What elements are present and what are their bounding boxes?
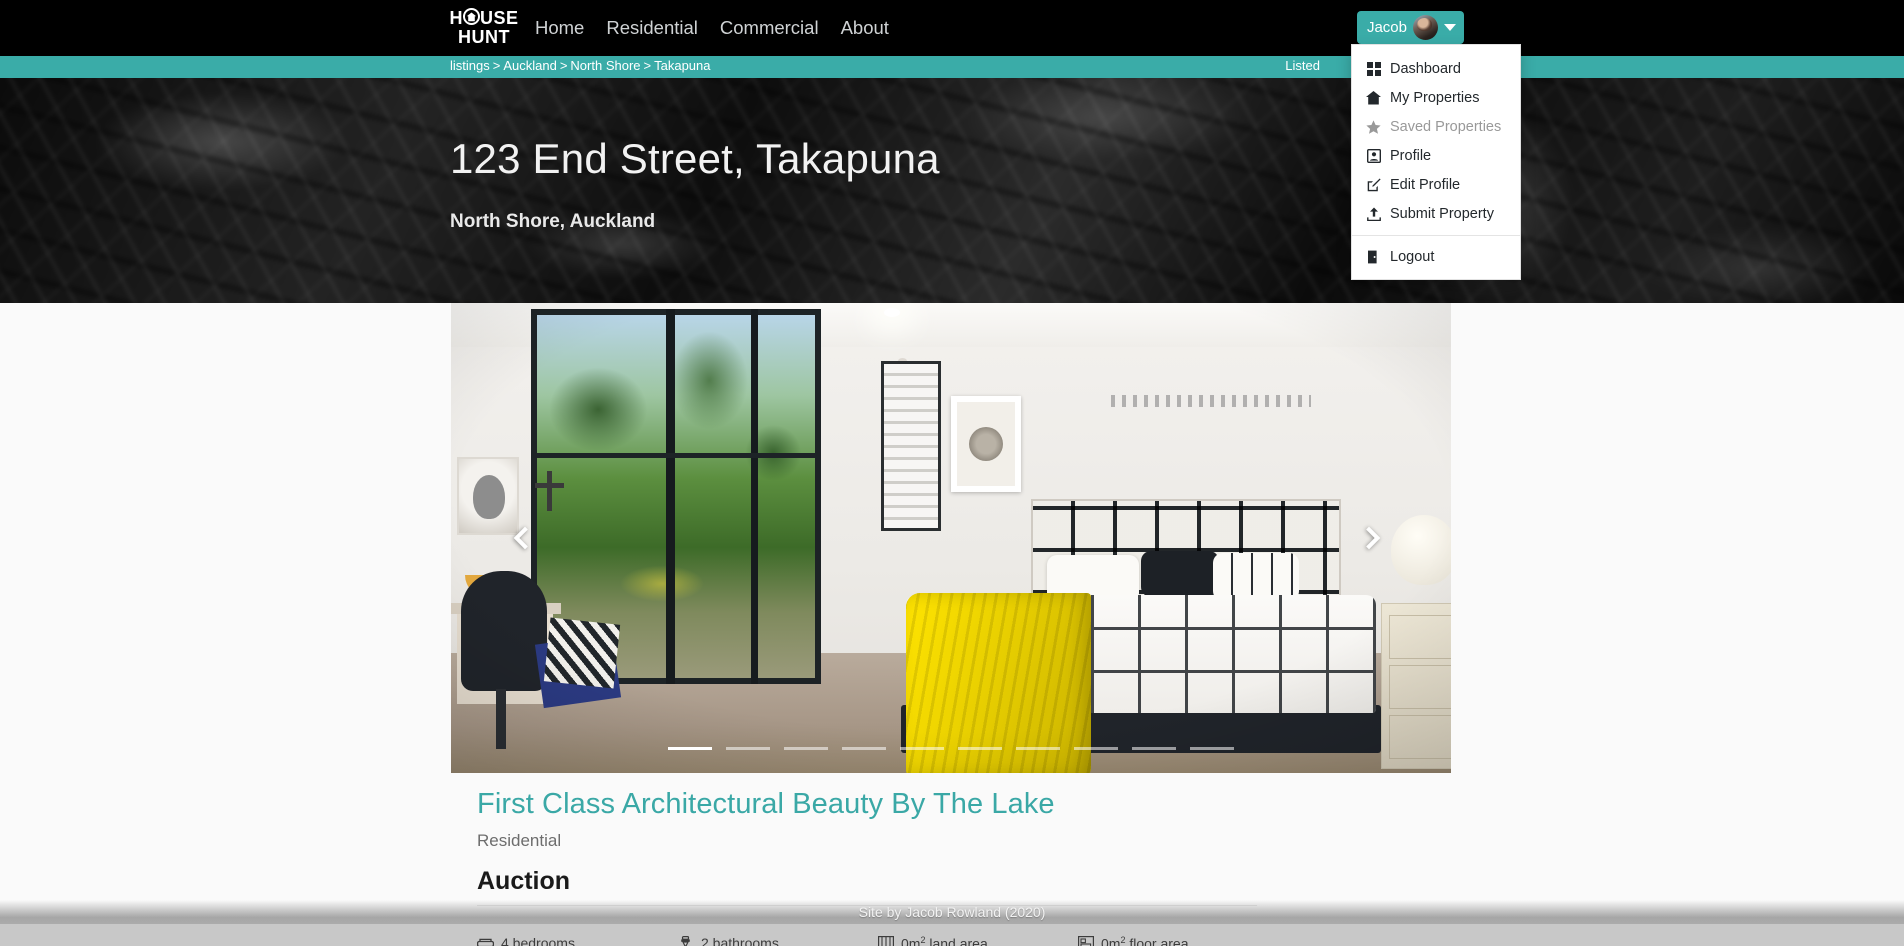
carousel-indicators[interactable] [451, 747, 1451, 750]
feature-label: land area [925, 935, 988, 946]
nav-home[interactable]: Home [535, 17, 584, 39]
carousel-indicator-9[interactable] [1132, 747, 1176, 750]
logo-text-hunt: HUNT [458, 26, 510, 47]
menu-item-label: Edit Profile [1390, 176, 1461, 193]
carousel-indicator-2[interactable] [726, 747, 770, 750]
top-navigation-bar: H USE HUNT Home Residential Commercial Abou… [0, 0, 1904, 56]
breadcrumb-separator: > [559, 58, 568, 73]
property-image-carousel[interactable] [451, 303, 1451, 773]
breadcrumb-item-north-shore[interactable]: North Shore [570, 58, 640, 73]
user-card-icon [1366, 148, 1381, 163]
breadcrumb-item-takapuna[interactable]: Takapuna [654, 58, 710, 73]
carousel-indicator-1[interactable] [668, 747, 712, 750]
user-name-label: Jacob [1366, 19, 1407, 36]
breadcrumb-item-auckland[interactable]: Auckland [503, 58, 556, 73]
carousel-indicator-5[interactable] [900, 747, 944, 750]
menu-item-my-properties[interactable]: My Properties [1352, 83, 1520, 112]
carousel-indicator-10[interactable] [1190, 747, 1234, 750]
site-logo[interactable]: H USE HUNT [450, 5, 518, 49]
feature-text: 2 bathrooms [701, 935, 779, 946]
house-icon [463, 8, 480, 25]
user-menu-button[interactable]: Jacob [1356, 11, 1464, 44]
feature-bathrooms: 2 bathrooms [677, 935, 877, 946]
breadcrumb-item-listings[interactable]: listings [450, 58, 490, 73]
breadcrumb-bar: listings > Auckland > North Shore > Takapuna L… [0, 56, 1904, 78]
menu-item-label: Dashboard [1390, 60, 1461, 77]
footer-credit: Site by Jacob Rowland (2020) [858, 904, 1046, 920]
carousel-prev-button[interactable] [507, 515, 543, 561]
menu-item-logout[interactable]: Logout [1352, 242, 1520, 271]
nav-about[interactable]: About [841, 17, 889, 39]
page-root: First Class Architectural Beauty By The … [0, 0, 1904, 946]
listing-price: Auction [477, 867, 571, 895]
menu-item-label: Saved Properties [1390, 118, 1502, 135]
listed-status-text: Listed [1285, 58, 1320, 73]
grid-icon [1366, 61, 1381, 76]
home-icon [1366, 90, 1381, 105]
property-features: 4 bedrooms 2 bathrooms 0m2 land area 0m2 fl… [477, 935, 1427, 946]
carousel-indicator-3[interactable] [784, 747, 828, 750]
feature-text: 4 bedrooms [501, 935, 575, 946]
nav-commercial[interactable]: Commercial [720, 17, 819, 39]
feature-value: 0m [1101, 935, 1121, 946]
bath-icon [677, 935, 694, 946]
carousel-indicator-6[interactable] [958, 747, 1002, 750]
carousel-indicator-7[interactable] [1016, 747, 1060, 750]
floor-icon [1077, 936, 1094, 946]
hero-banner: 123 End Street, Takapuna North Shore, Au… [0, 78, 1904, 303]
carousel-next-button[interactable] [1351, 515, 1387, 561]
bed-icon [477, 936, 494, 946]
user-dropdown-menu[interactable]: Dashboard My Properties Saved Properties Pr… [1351, 44, 1521, 280]
carousel-indicator-8[interactable] [1074, 747, 1118, 750]
breadcrumb-separator: > [643, 58, 652, 73]
hero-background-image [0, 78, 1904, 303]
feature-value: 2 [701, 935, 709, 946]
page-title: 123 End Street, Takapuna [450, 135, 940, 182]
land-icon [877, 936, 894, 946]
menu-item-label: Logout [1390, 248, 1435, 265]
feature-floor-area: 0m2 floor area [1077, 935, 1277, 946]
property-photo [451, 303, 1451, 773]
feature-text: 0m2 land area [901, 935, 988, 946]
menu-item-label: My Properties [1390, 89, 1480, 106]
main-nav-links: Home Residential Commercial About [535, 0, 889, 56]
page-subtitle: North Shore, Auckland [450, 211, 656, 232]
main-content: First Class Architectural Beauty By The … [0, 303, 1904, 946]
door-exit-icon [1366, 249, 1381, 264]
menu-item-submit-property[interactable]: Submit Property [1352, 199, 1520, 228]
listing-category: Residential [477, 831, 562, 850]
pencil-edit-icon [1366, 177, 1381, 192]
upload-icon [1366, 206, 1381, 221]
star-icon [1366, 119, 1381, 134]
chevron-down-icon [1444, 24, 1456, 31]
avatar [1413, 15, 1438, 40]
nav-residential[interactable]: Residential [606, 17, 698, 39]
feature-label: bedrooms [508, 935, 575, 946]
menu-item-saved-properties: Saved Properties [1352, 112, 1520, 141]
menu-divider [1352, 235, 1520, 236]
feature-label: floor area [1125, 935, 1189, 946]
listing-summary: First Class Architectural Beauty By The … [477, 788, 1427, 896]
logo-text-use: USE [480, 7, 519, 28]
menu-item-label: Submit Property [1390, 205, 1494, 222]
listing-title-link[interactable]: First Class Architectural Beauty By The … [477, 788, 1427, 821]
feature-value: 4 [501, 935, 509, 946]
menu-item-label: Profile [1390, 147, 1432, 164]
menu-item-edit-profile[interactable]: Edit Profile [1352, 170, 1520, 199]
breadcrumb[interactable]: listings > Auckland > North Shore > Takapuna [450, 58, 711, 73]
feature-text: 0m2 floor area [1101, 935, 1189, 946]
logo-text-h: H [449, 7, 463, 28]
feature-value: 0m [901, 935, 921, 946]
feature-bedrooms: 4 bedrooms [477, 935, 677, 946]
menu-item-profile[interactable]: Profile [1352, 141, 1520, 170]
carousel-indicator-4[interactable] [842, 747, 886, 750]
chevron-left-icon [513, 526, 537, 550]
feature-land-area: 0m2 land area [877, 935, 1077, 946]
feature-label: bathrooms [708, 935, 779, 946]
breadcrumb-separator: > [492, 58, 501, 73]
chevron-right-icon [1357, 526, 1381, 550]
menu-item-dashboard[interactable]: Dashboard [1352, 54, 1520, 83]
